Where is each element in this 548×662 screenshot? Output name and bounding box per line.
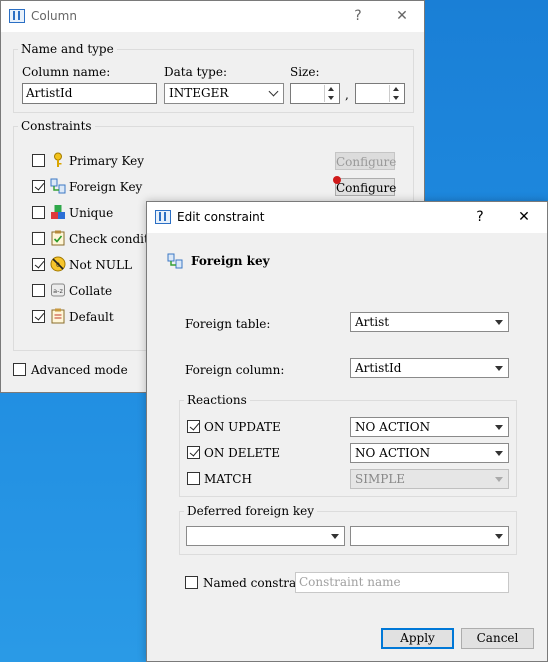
data-type-value: INTEGER [169,86,229,100]
foreign-key-icon [167,253,183,269]
size-label: Size: [290,65,320,79]
constraints-group-title: Constraints [18,119,95,133]
foreign-key-heading: Foreign key [191,254,270,268]
on-update-value: NO ACTION [355,420,431,434]
default-checkbox[interactable] [32,310,45,323]
edit-constraint-titlebar[interactable]: Edit constraint ? ✕ [147,202,547,233]
size-spin-buttons[interactable] [324,85,338,102]
foreign-key-label: Foreign Key [69,180,143,194]
chevron-down-icon [268,86,279,97]
primary-key-label: Primary Key [69,154,145,168]
on-delete-checkbox[interactable] [187,446,200,459]
dropdown-arrow-icon [495,320,503,325]
column-titlebar[interactable]: Column ? ✕ [1,1,424,32]
column-dialog-title: Column [31,9,77,23]
dropdown-arrow-icon [495,425,503,430]
check-condition-checkbox[interactable] [32,232,45,245]
foreign-column-select[interactable]: ArtistId [350,358,509,378]
data-type-label: Data type: [164,65,227,79]
match-value: SIMPLE [355,472,406,486]
initially-select[interactable] [350,526,509,546]
default-label: Default [69,310,114,324]
dropdown-arrow-icon [331,534,339,539]
on-update-select[interactable]: NO ACTION [350,417,509,437]
spin-up-icon[interactable] [390,85,403,94]
collate-checkbox[interactable] [32,284,45,297]
close-button[interactable]: ✕ [391,6,413,26]
unique-label: Unique [69,206,114,220]
help-button[interactable]: ? [469,207,491,227]
key-icon [54,152,62,167]
collate-label: Collate [69,284,113,298]
column-name-label: Column name: [22,65,111,79]
table-column-icon [155,210,171,224]
on-delete-label: ON DELETE [204,446,281,460]
deferred-foreign-key-group-title: Deferred foreign key [184,504,318,518]
spin-down-icon[interactable] [390,94,403,103]
foreign-table-select[interactable]: Artist [350,312,509,332]
apply-button[interactable]: Apply [381,628,454,649]
match-checkbox[interactable] [187,472,200,485]
dropdown-arrow-icon [495,366,503,371]
size-separator: , [345,88,349,102]
dropdown-arrow-icon [495,534,503,539]
match-label: MATCH [204,472,252,486]
match-select[interactable]: SIMPLE [350,469,509,489]
precision-spinbox[interactable] [355,83,405,104]
foreign-table-value: Artist [355,315,390,329]
column-name-input[interactable]: ArtistId [22,83,157,104]
check-condition-icon [51,230,65,246]
not-null-icon: 0 [50,256,66,272]
name-type-group-title: Name and type [18,42,117,56]
help-button[interactable]: ? [347,6,369,26]
not-null-label: Not NULL [69,258,132,272]
unique-icon [51,205,65,219]
unique-checkbox[interactable] [32,206,45,219]
edit-constraint-title: Edit constraint [177,210,265,224]
configure-foreign-key-button[interactable]: Configure [335,178,396,196]
primary-key-checkbox[interactable] [32,154,45,167]
advanced-mode-checkbox[interactable] [13,363,26,376]
cancel-button[interactable]: Cancel [461,628,534,649]
dropdown-arrow-icon [495,451,503,456]
data-type-select[interactable]: INTEGER [164,83,284,104]
on-delete-select[interactable]: NO ACTION [350,443,509,463]
table-column-icon [9,9,25,23]
on-delete-value: NO ACTION [355,446,431,460]
not-null-checkbox[interactable] [32,258,45,271]
foreign-key-icon [50,178,66,194]
dropdown-arrow-icon [495,477,503,482]
on-update-checkbox[interactable] [187,420,200,433]
reactions-group-title: Reactions [184,393,250,407]
close-button[interactable]: ✕ [513,207,535,227]
foreign-column-value: ArtistId [355,361,402,375]
error-badge-icon [333,176,341,184]
svg-text:a-z: a-z [53,287,63,295]
deferrable-select[interactable] [186,526,345,546]
spin-up-icon[interactable] [325,85,338,94]
named-constraint-checkbox[interactable] [185,576,198,589]
foreign-column-label: Foreign column: [185,363,285,377]
constraint-name-input[interactable]: Constraint name [295,572,509,593]
foreign-table-label: Foreign table: [185,317,271,331]
spin-down-icon[interactable] [325,94,338,103]
foreign-key-checkbox[interactable] [32,180,45,193]
svg-text:0: 0 [56,262,60,269]
precision-spin-buttons[interactable] [389,85,403,102]
configure-primary-key-button[interactable]: Configure [335,152,396,170]
default-icon [51,308,65,324]
size-spinbox[interactable] [290,83,340,104]
collate-icon: a-z [51,283,65,297]
advanced-mode-label: Advanced mode [31,363,128,377]
on-update-label: ON UPDATE [204,420,281,434]
edit-constraint-dialog: Edit constraint ? ✕ Foreign key Foreign … [146,201,548,662]
